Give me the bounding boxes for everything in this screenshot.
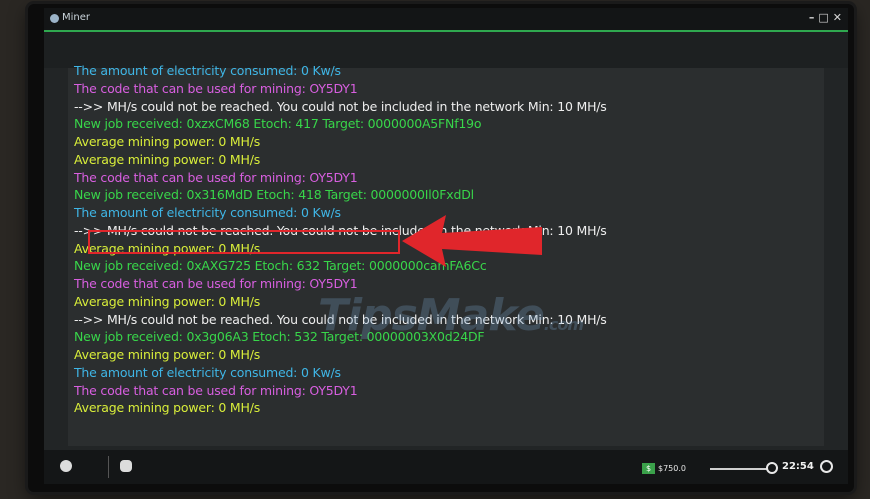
miner-app-icon[interactable] <box>120 460 132 472</box>
game-screen: Miner – □ ✕ The amount of electricity co… <box>44 8 848 484</box>
red-arrow-icon <box>402 215 542 267</box>
log-line: The amount of electricity consumed: 0 Kw… <box>74 63 341 78</box>
settings-icon[interactable] <box>60 460 72 472</box>
log-line: New job received: 0xzxCM68 Etoch: 417 Ta… <box>74 116 482 132</box>
power-icon[interactable] <box>820 460 833 473</box>
maximize-button[interactable]: □ <box>818 11 828 24</box>
window-controls: – □ ✕ <box>809 11 842 24</box>
taskbar-separator <box>108 456 109 478</box>
log-line: New job received: 0x316MdD Etoch: 418 Ta… <box>74 187 474 203</box>
watermark: TipsMake.com <box>318 290 584 341</box>
close-button[interactable]: ✕ <box>833 11 842 24</box>
wallet-icon: $ <box>642 462 655 474</box>
log-line: The code that can be used for mining: OY… <box>74 169 358 185</box>
window-title: Miner <box>62 12 91 23</box>
clock: 22:54 <box>782 461 814 472</box>
log-line: Average mining power: 0 MH/s <box>74 134 261 149</box>
highlight-box <box>88 230 400 254</box>
log-line: The code that can be used for mining: OY… <box>74 80 358 96</box>
log-line: Average mining power: 0 MH/s <box>74 347 261 362</box>
log-line: The code that can be used for mining: OY… <box>74 382 358 398</box>
minimize-button[interactable]: – <box>809 11 815 24</box>
log-line: Average mining power: 0 MH/s <box>74 151 261 167</box>
log-line: The amount of electricity consumed: 0 Kw… <box>74 364 341 380</box>
mining-console[interactable]: The amount of electricity consumed: 0 Kw… <box>68 63 824 446</box>
wallet-display[interactable]: $ $750.0 <box>642 462 686 474</box>
log-line: Average mining power: 0 MH/s <box>74 400 261 416</box>
app-icon <box>50 14 59 23</box>
window-titlebar[interactable]: Miner – □ ✕ <box>44 8 848 30</box>
taskbar: $ $750.0 22:54 <box>44 450 848 484</box>
log-line: -->> MH/s could not be reached. You coul… <box>74 98 607 114</box>
volume-slider-icon[interactable] <box>766 462 778 474</box>
volume-slider[interactable] <box>710 468 768 470</box>
wallet-amount: $750.0 <box>658 463 686 473</box>
